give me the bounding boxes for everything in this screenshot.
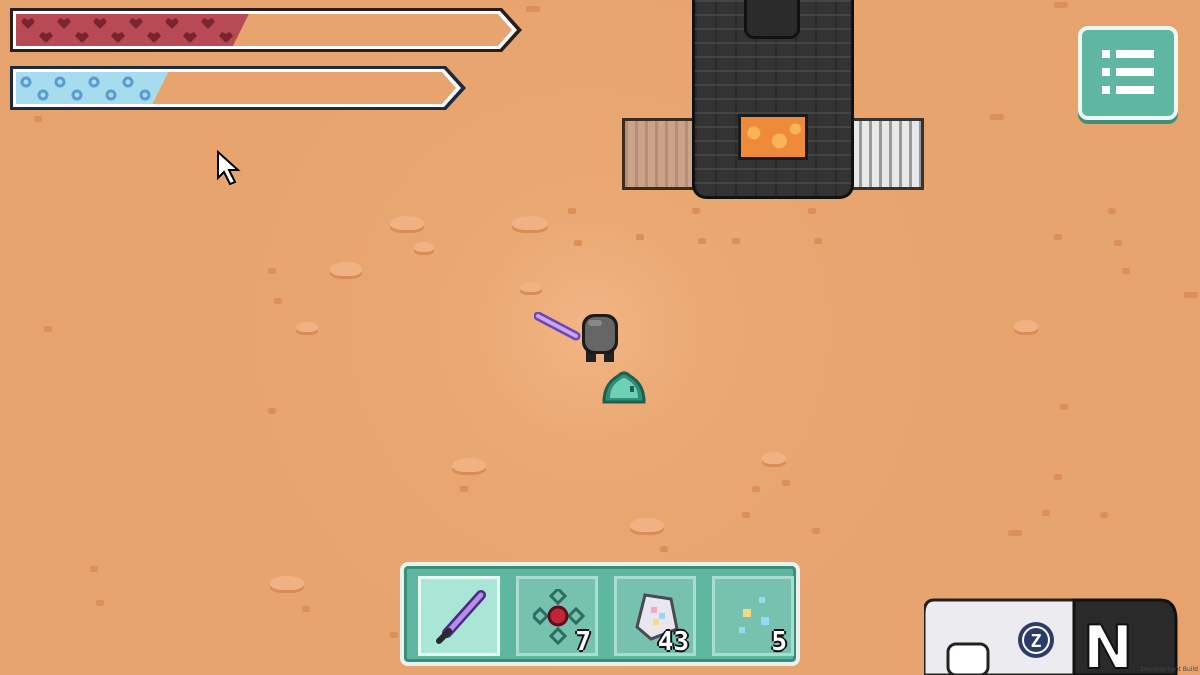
menu-button[interactable] bbox=[1078, 26, 1178, 120]
sand-pebble bbox=[1014, 320, 1038, 332]
sand-pebble bbox=[762, 452, 786, 464]
health-bar bbox=[8, 6, 526, 54]
hotbar: 7 43 5 bbox=[400, 562, 800, 666]
sand-pebble bbox=[520, 282, 542, 292]
dev-build-label: Development Build bbox=[1140, 666, 1198, 673]
item-count: 43 bbox=[657, 627, 689, 657]
mana-bar bbox=[8, 64, 470, 112]
n-key-label: N bbox=[1083, 613, 1133, 675]
list-menu-icon bbox=[1102, 50, 1154, 94]
wooden-fence bbox=[622, 118, 700, 190]
sand-pebble bbox=[330, 262, 362, 276]
sand-pebble bbox=[414, 242, 434, 252]
player-sword bbox=[534, 312, 581, 341]
green-slime-enemy[interactable] bbox=[600, 368, 648, 406]
sand-pebble bbox=[452, 458, 486, 472]
sand-pebble bbox=[512, 216, 548, 230]
item-count: 7 bbox=[575, 627, 591, 657]
sand-pebble bbox=[296, 322, 318, 332]
hotbar-slot-3[interactable]: 43 bbox=[614, 576, 696, 657]
hotbar-slot-1[interactable] bbox=[418, 576, 500, 656]
hotbar-slot-2[interactable]: 7 bbox=[516, 576, 598, 657]
game-scene[interactable]: 7 43 5 Z N Development Build bbox=[0, 0, 1200, 675]
item-count: 5 bbox=[771, 627, 787, 657]
building-chimney bbox=[744, 0, 800, 39]
sand-pebble bbox=[270, 576, 304, 590]
metal-fence bbox=[846, 118, 924, 190]
hotbar-slot-4[interactable]: 5 bbox=[712, 576, 794, 657]
sand-pebble bbox=[390, 216, 424, 230]
z-key-label: Z bbox=[1031, 631, 1042, 652]
gamepad-overlay[interactable]: Z N bbox=[924, 594, 1200, 675]
furnace-fire bbox=[738, 114, 808, 160]
sword-icon bbox=[436, 590, 486, 644]
mouse-cursor-icon bbox=[217, 150, 241, 186]
player-character bbox=[582, 314, 618, 362]
sand-pebble bbox=[630, 518, 664, 532]
